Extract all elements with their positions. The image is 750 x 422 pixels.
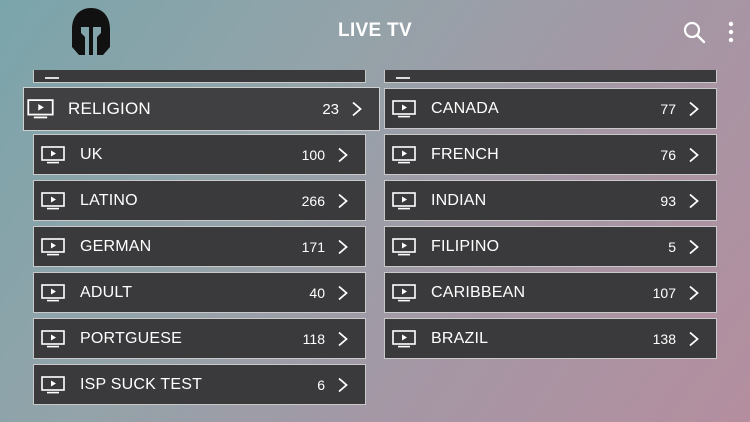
category-item[interactable]: LATINO 266 <box>33 180 366 221</box>
chevron-right-icon <box>689 147 699 162</box>
category-label: ADULT <box>80 283 133 301</box>
channel-count: 6 <box>317 376 325 393</box>
channel-count: 171 <box>301 238 325 255</box>
chevron-right-icon <box>689 193 699 208</box>
chevron-right-icon <box>352 101 362 117</box>
tv-icon <box>392 191 416 209</box>
category-label: GERMAN <box>80 237 152 255</box>
channel-count: 76 <box>660 146 676 163</box>
category-label: RELIGION <box>68 99 151 118</box>
channel-count: 5 <box>668 238 676 255</box>
category-item[interactable]: ISP SUCK TEST 6 <box>33 364 366 405</box>
category-label: BRAZIL <box>431 329 489 347</box>
search-icon[interactable] <box>682 20 706 44</box>
category-item[interactable]: INDIAN 93 <box>384 180 717 221</box>
tv-icon <box>45 77 59 79</box>
chevron-right-icon <box>689 331 699 346</box>
category-item[interactable]: FRENCH 76 <box>384 134 717 175</box>
channel-count: 107 <box>652 284 676 301</box>
channel-count: 23 <box>322 100 339 118</box>
chevron-right-icon <box>689 101 699 116</box>
chevron-right-icon <box>689 239 699 254</box>
channel-count: 118 <box>302 330 325 347</box>
category-item[interactable]: PORTGUESE 118 <box>33 318 366 359</box>
tv-icon <box>392 329 416 347</box>
category-item[interactable]: GERMAN 171 <box>33 226 366 267</box>
tv-icon <box>41 191 65 209</box>
channel-count: 40 <box>309 284 325 301</box>
category-label: PORTGUESE <box>80 329 182 347</box>
list-item-partial[interactable] <box>33 70 366 83</box>
category-item[interactable]: ADULT 40 <box>33 272 366 313</box>
channel-count: 138 <box>652 330 676 347</box>
chevron-right-icon <box>338 239 348 254</box>
channel-count: 77 <box>660 100 676 117</box>
page-title: LIVE TV <box>338 20 412 41</box>
tv-icon <box>392 237 416 255</box>
category-item[interactable]: UK 100 <box>33 134 366 175</box>
more-vertical-icon[interactable] <box>722 20 740 44</box>
chevron-right-icon <box>338 331 348 346</box>
tv-icon <box>392 99 416 117</box>
category-label: CARIBBEAN <box>431 283 526 301</box>
category-label: UK <box>80 145 103 163</box>
tv-icon <box>41 145 65 163</box>
chevron-right-icon <box>338 285 348 300</box>
chevron-right-icon <box>338 377 348 392</box>
category-item[interactable]: CARIBBEAN 107 <box>384 272 717 313</box>
category-item[interactable]: CANADA 77 <box>384 88 717 129</box>
tv-icon <box>392 283 416 301</box>
chevron-right-icon <box>338 147 348 162</box>
tv-icon <box>41 237 65 255</box>
channel-count: 266 <box>301 192 325 209</box>
category-item[interactable]: BRAZIL 138 <box>384 318 717 359</box>
tv-icon <box>392 145 416 163</box>
list-item-partial[interactable] <box>384 70 717 83</box>
tv-icon <box>396 77 410 79</box>
tv-icon <box>41 375 65 393</box>
channel-count: 93 <box>660 192 676 209</box>
category-label: FRENCH <box>431 145 499 163</box>
chevron-right-icon <box>338 193 348 208</box>
tv-icon <box>41 329 65 347</box>
chevron-right-icon <box>689 285 699 300</box>
category-label: CANADA <box>431 99 499 117</box>
channel-count: 100 <box>301 146 325 163</box>
category-label: FILIPINO <box>431 237 500 255</box>
category-label: INDIAN <box>431 191 487 209</box>
category-label: ISP SUCK TEST <box>80 375 203 393</box>
tv-icon <box>27 99 54 119</box>
tv-icon <box>41 283 65 301</box>
category-item[interactable]: FILIPINO 5 <box>384 226 717 267</box>
category-label: LATINO <box>80 191 138 209</box>
category-item[interactable]: RELIGION 23 <box>23 87 380 131</box>
